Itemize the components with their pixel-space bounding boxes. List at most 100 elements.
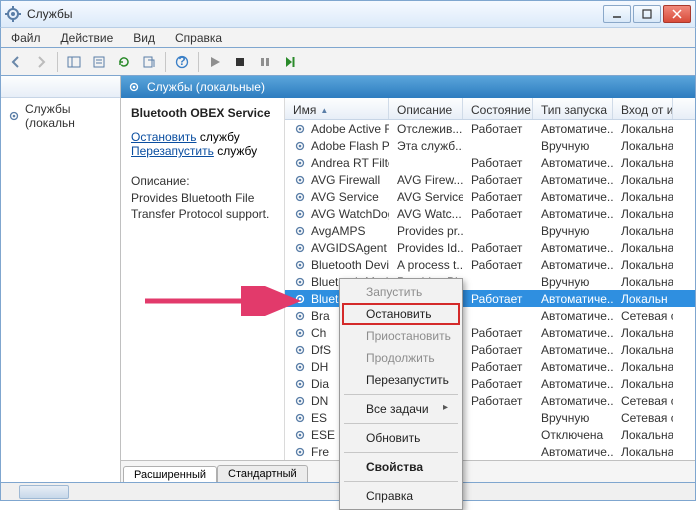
service-row[interactable]: AVG WatchDogAVG Watc...РаботаетАвтоматич…	[285, 205, 695, 222]
gear-icon	[7, 109, 21, 123]
cell-startup: Автоматиче...	[533, 343, 613, 357]
col-startup[interactable]: Тип запуска	[533, 98, 613, 119]
refresh-button[interactable]	[113, 51, 135, 73]
service-row[interactable]: Adobe Flash Playe...Эта служб...ВручнуюЛ…	[285, 137, 695, 154]
cell-name: Bluetooth Device ...	[285, 258, 389, 272]
export-button[interactable]	[138, 51, 160, 73]
properties-button[interactable]	[88, 51, 110, 73]
cell-status: Работает	[463, 173, 533, 187]
stop-service-line: Остановить службу	[131, 130, 274, 144]
tree-header	[1, 76, 120, 98]
stop-service-button[interactable]	[229, 51, 251, 73]
minimize-button[interactable]	[603, 5, 631, 23]
help-button[interactable]: ?	[171, 51, 193, 73]
cell-logon: Локальна	[613, 139, 673, 153]
col-desc[interactable]: Описание	[389, 98, 463, 119]
cell-status: Работает	[463, 156, 533, 170]
start-service-button[interactable]	[204, 51, 226, 73]
ctx-separator	[344, 481, 458, 482]
gear-icon	[293, 411, 307, 425]
menu-action[interactable]: Действие	[51, 28, 124, 47]
col-status[interactable]: Состояние	[463, 98, 533, 119]
maximize-button[interactable]	[633, 5, 661, 23]
service-row[interactable]: Bluetooth Device ...A process t...Работа…	[285, 256, 695, 273]
cell-startup: Автоматиче...	[533, 156, 613, 170]
scroll-thumb[interactable]	[19, 485, 69, 499]
cell-status: Работает	[463, 394, 533, 408]
cell-status: Работает	[463, 360, 533, 374]
tab-standard[interactable]: Стандартный	[217, 465, 308, 482]
cell-name: AVG Service	[285, 190, 389, 204]
cell-desc: A process t...	[389, 258, 463, 272]
cell-status: Работает	[463, 377, 533, 391]
stop-service-link[interactable]: Остановить	[131, 130, 197, 144]
ctx-refresh[interactable]: Обновить	[342, 427, 460, 449]
cell-logon: Локальна	[613, 122, 673, 136]
gear-icon	[293, 190, 307, 204]
description-pane: Bluetooth OBEX Service Остановить службу…	[121, 98, 285, 460]
ctx-restart[interactable]: Перезапустить	[342, 369, 460, 391]
gear-icon	[293, 275, 307, 289]
cell-status: Работает	[463, 258, 533, 272]
menu-help[interactable]: Справка	[165, 28, 232, 47]
cell-status: Работает	[463, 241, 533, 255]
gear-icon	[127, 80, 141, 94]
cell-startup: Отключена	[533, 428, 613, 442]
cell-status: Работает	[463, 326, 533, 340]
menu-file[interactable]: Файл	[1, 28, 51, 47]
col-logon[interactable]: Вход от и	[613, 98, 673, 119]
show-hide-button[interactable]	[63, 51, 85, 73]
ctx-start: Запустить	[342, 281, 460, 303]
gear-icon	[293, 156, 307, 170]
svg-text:?: ?	[178, 55, 185, 68]
selected-service-name: Bluetooth OBEX Service	[131, 106, 274, 120]
center-header-label: Службы (локальные)	[147, 80, 265, 94]
tree-root-label: Службы (локальн	[25, 102, 114, 130]
tree-root[interactable]: Службы (локальн	[1, 98, 120, 134]
cell-logon: Локальна	[613, 241, 673, 255]
window-controls	[603, 5, 691, 23]
restart-service-link[interactable]: Перезапустить	[131, 144, 214, 158]
description-text: Provides Bluetooth File Transfer Protoco…	[131, 190, 274, 222]
service-row[interactable]: AVGIDSAgentProvides Id...РаботаетАвтомат…	[285, 239, 695, 256]
cell-name: AvgAMPS	[285, 224, 389, 238]
back-button[interactable]	[5, 51, 27, 73]
cell-logon: Локальн	[613, 292, 673, 306]
tab-extended[interactable]: Расширенный	[123, 466, 217, 482]
tree-pane: Службы (локальн	[1, 76, 121, 482]
ctx-properties[interactable]: Свойства	[342, 456, 460, 478]
ctx-separator	[344, 452, 458, 453]
ctx-stop[interactable]: Остановить	[342, 303, 460, 325]
service-row[interactable]: Adobe Active File ...Отслежив...Работает…	[285, 120, 695, 137]
service-row[interactable]: AVG ServiceAVG ServiceРаботаетАвтоматиче…	[285, 188, 695, 205]
cell-startup: Автоматиче...	[533, 241, 613, 255]
gear-icon	[293, 292, 307, 306]
col-name[interactable]: Имя ▲	[285, 98, 389, 119]
cell-startup: Вручную	[533, 411, 613, 425]
pause-service-button[interactable]	[254, 51, 276, 73]
cell-startup: Автоматиче...	[533, 207, 613, 221]
close-button[interactable]	[663, 5, 691, 23]
window-title: Службы	[27, 7, 603, 21]
gear-icon	[293, 224, 307, 238]
restart-service-button[interactable]	[279, 51, 301, 73]
service-row[interactable]: AVG FirewallAVG Firew...РаботаетАвтомати…	[285, 171, 695, 188]
gear-icon	[293, 445, 307, 459]
cell-logon: Локальна	[613, 207, 673, 221]
ctx-all-tasks[interactable]: Все задачи	[342, 398, 460, 420]
cell-logon: Сетевая с	[613, 309, 673, 323]
cell-startup: Автоматиче...	[533, 309, 613, 323]
forward-button[interactable]	[30, 51, 52, 73]
cell-logon: Локальна	[613, 258, 673, 272]
service-row[interactable]: AvgAMPSProvides pr...ВручнуюЛокальна	[285, 222, 695, 239]
ctx-help[interactable]: Справка	[342, 485, 460, 507]
cell-startup: Автоматиче...	[533, 122, 613, 136]
gear-icon	[293, 343, 307, 357]
service-row[interactable]: Andrea RT Filters ...РаботаетАвтоматиче.…	[285, 154, 695, 171]
menu-view[interactable]: Вид	[123, 28, 165, 47]
context-menu: Запустить Остановить Приостановить Продо…	[339, 278, 463, 510]
gear-icon	[293, 122, 307, 136]
cell-logon: Локальна	[613, 156, 673, 170]
services-icon	[5, 6, 21, 22]
cell-startup: Вручную	[533, 224, 613, 238]
